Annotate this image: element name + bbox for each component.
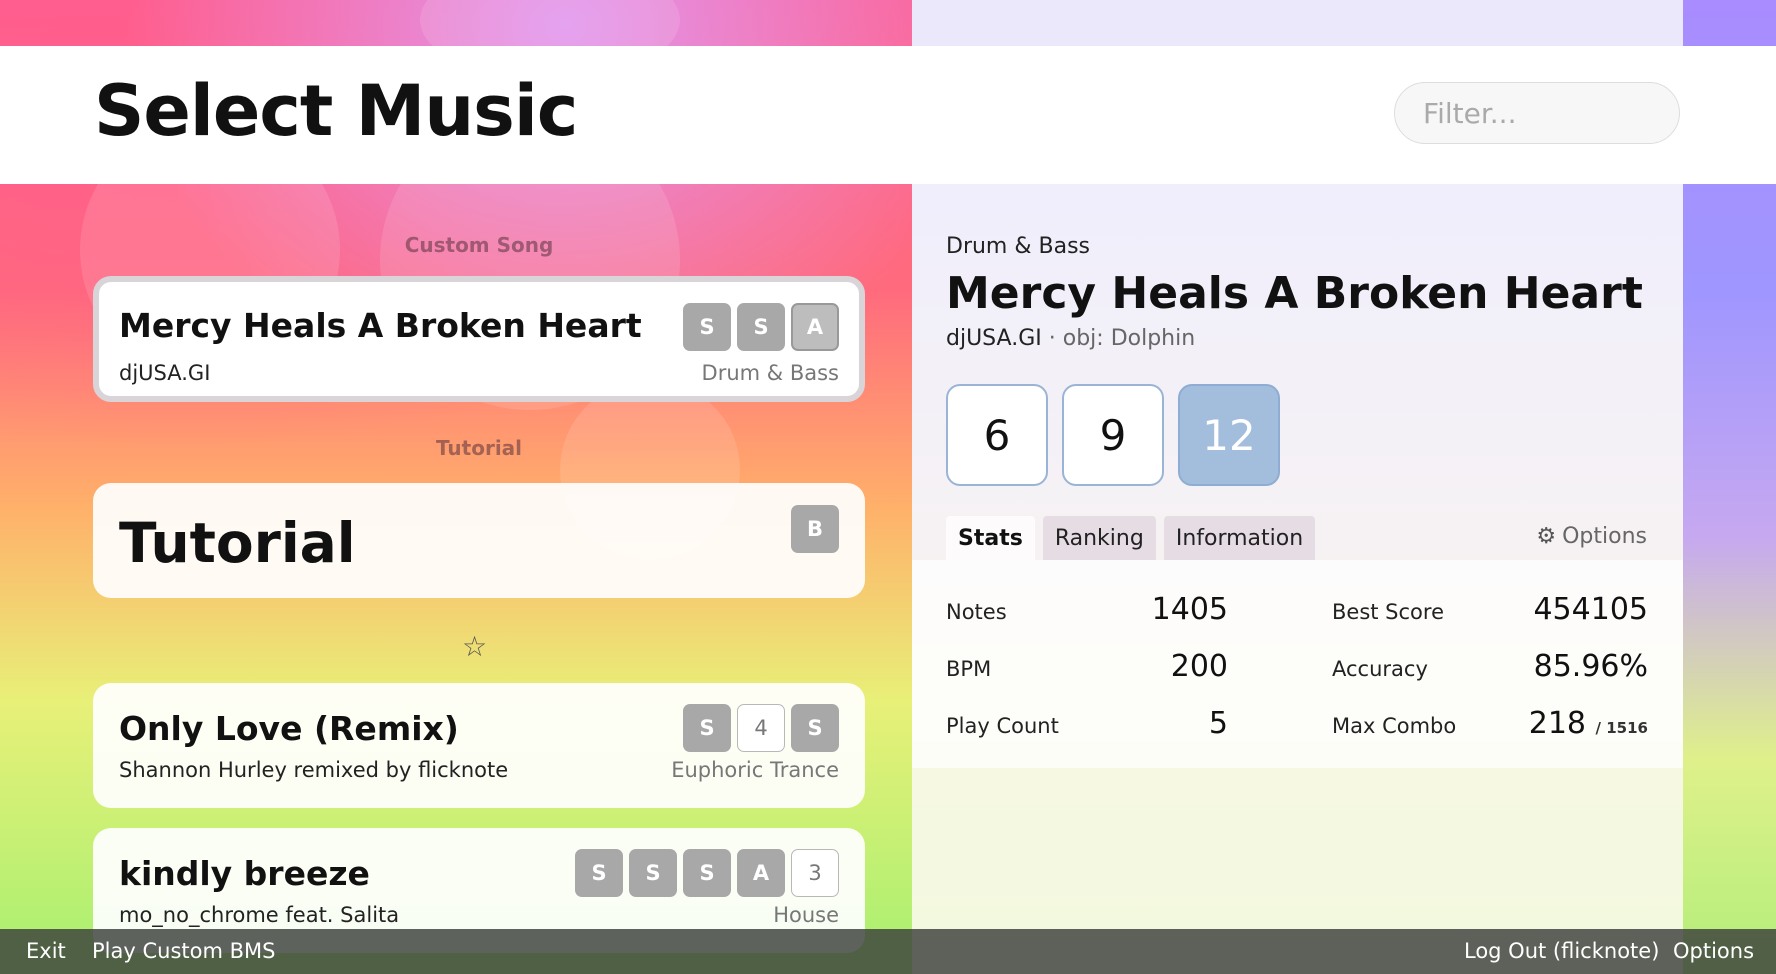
stat-value-bpm: 200 bbox=[1170, 649, 1228, 684]
stat-row: Notes 1405 Best Score 454105 bbox=[946, 592, 1648, 632]
header: Select Music bbox=[0, 46, 1776, 184]
stat-value-accuracy: 85.96% bbox=[1533, 649, 1648, 684]
detail-artist: djUSA.GI bbox=[946, 326, 1042, 351]
level-button[interactable]: 9 bbox=[1062, 384, 1164, 486]
tab-ranking[interactable]: Ranking bbox=[1042, 516, 1156, 560]
level-button[interactable]: 6 bbox=[946, 384, 1048, 486]
song-card-mercy-heals[interactable]: Mercy Heals A Broken Heart djUSA.GI Drum… bbox=[93, 276, 865, 402]
stat-row: BPM 200 Accuracy 85.96% bbox=[946, 649, 1648, 689]
detail-tabs: Stats Ranking Information bbox=[946, 516, 1316, 560]
detail-title: Mercy Heals A Broken Heart bbox=[946, 268, 1643, 319]
stat-label-notes: Notes bbox=[946, 600, 1007, 624]
section-label-tutorial: Tutorial bbox=[435, 436, 523, 460]
grade-badge: 3 bbox=[791, 849, 839, 897]
song-title: Mercy Heals A Broken Heart bbox=[119, 306, 642, 345]
stat-label-max-combo: Max Combo bbox=[1332, 714, 1457, 738]
exit-button[interactable]: Exit bbox=[26, 939, 66, 963]
song-genre: Euphoric Trance bbox=[671, 758, 839, 782]
song-genre: House bbox=[773, 903, 839, 927]
filter-input[interactable] bbox=[1394, 82, 1680, 144]
grade-badge: A bbox=[791, 303, 839, 351]
tab-stats[interactable]: Stats bbox=[946, 516, 1035, 560]
stat-row: Play Count 5 Max Combo 218 / 1516 bbox=[946, 706, 1648, 746]
grade-badge: S bbox=[791, 704, 839, 752]
stat-label-bpm: BPM bbox=[946, 657, 992, 681]
star-icon: ☆ bbox=[462, 630, 488, 663]
options-button[interactable]: ⚙ Options bbox=[1536, 524, 1647, 549]
song-title: Only Love (Remix) bbox=[119, 709, 459, 748]
tab-information[interactable]: Information bbox=[1163, 516, 1316, 560]
stat-label-best-score: Best Score bbox=[1332, 600, 1444, 624]
detail-genre: Drum & Bass bbox=[946, 234, 1090, 259]
stat-value-play-count: 5 bbox=[1208, 706, 1228, 741]
grade-badge: B bbox=[791, 505, 839, 553]
detail-separator: · bbox=[1048, 326, 1056, 351]
bottom-bar: Exit Play Custom BMS Log Out (flicknote)… bbox=[0, 929, 1776, 974]
grade-badge: S bbox=[629, 849, 677, 897]
song-title: kindly breeze bbox=[119, 854, 370, 893]
stat-value-best-score: 454105 bbox=[1533, 592, 1648, 627]
song-artist: mo_no_chrome feat. Salita bbox=[119, 903, 400, 927]
stat-value-notes: 1405 bbox=[1151, 592, 1228, 627]
song-artist: djUSA.GI bbox=[119, 361, 211, 385]
song-genre: Drum & Bass bbox=[701, 361, 839, 385]
grade-badge: S bbox=[683, 704, 731, 752]
grade-badges: S 4 S bbox=[683, 704, 839, 752]
options-label: Options bbox=[1562, 524, 1647, 549]
grade-badge: S bbox=[575, 849, 623, 897]
song-card-only-love[interactable]: Only Love (Remix) Shannon Hurley remixed… bbox=[93, 683, 865, 808]
level-selector: 6 9 12 bbox=[946, 384, 1280, 486]
stat-label-accuracy: Accuracy bbox=[1332, 657, 1428, 681]
background-panel-top bbox=[912, 0, 1683, 46]
section-label-custom-song: Custom Song bbox=[404, 233, 554, 257]
grade-badges: B bbox=[791, 505, 839, 553]
song-artist: Shannon Hurley remixed by flicknote bbox=[119, 758, 509, 782]
max-combo-total: / 1516 bbox=[1595, 719, 1648, 737]
max-combo-value: 218 bbox=[1528, 706, 1586, 741]
gear-icon: ⚙ bbox=[1536, 524, 1557, 549]
grade-badges: S S A bbox=[683, 303, 839, 351]
grade-badge: A bbox=[737, 849, 785, 897]
grade-badge: 4 bbox=[737, 704, 785, 752]
song-detail-panel: Drum & Bass Mercy Heals A Broken Heart d… bbox=[912, 184, 1683, 974]
grade-badge: S bbox=[683, 303, 731, 351]
detail-obj: obj: Dolphin bbox=[1062, 326, 1196, 351]
detail-meta: djUSA.GI · obj: Dolphin bbox=[946, 326, 1195, 351]
page-title: Select Music bbox=[94, 70, 578, 152]
stats-table: Notes 1405 Best Score 454105 BPM 200 Acc… bbox=[912, 560, 1683, 768]
grade-badge: S bbox=[737, 303, 785, 351]
play-custom-bms-button[interactable]: Play Custom BMS bbox=[92, 939, 275, 963]
stat-label-play-count: Play Count bbox=[946, 714, 1059, 738]
level-button-active[interactable]: 12 bbox=[1178, 384, 1280, 486]
footer-options-button[interactable]: Options bbox=[1673, 939, 1754, 963]
song-card-tutorial[interactable]: Tutorial B bbox=[93, 483, 865, 598]
grade-badge: S bbox=[683, 849, 731, 897]
song-title: Tutorial bbox=[119, 511, 356, 575]
stat-value-max-combo: 218 / 1516 bbox=[1529, 706, 1648, 741]
grade-badges: S S S A 3 bbox=[575, 849, 839, 897]
logout-button[interactable]: Log Out (flicknote) bbox=[1464, 939, 1659, 963]
